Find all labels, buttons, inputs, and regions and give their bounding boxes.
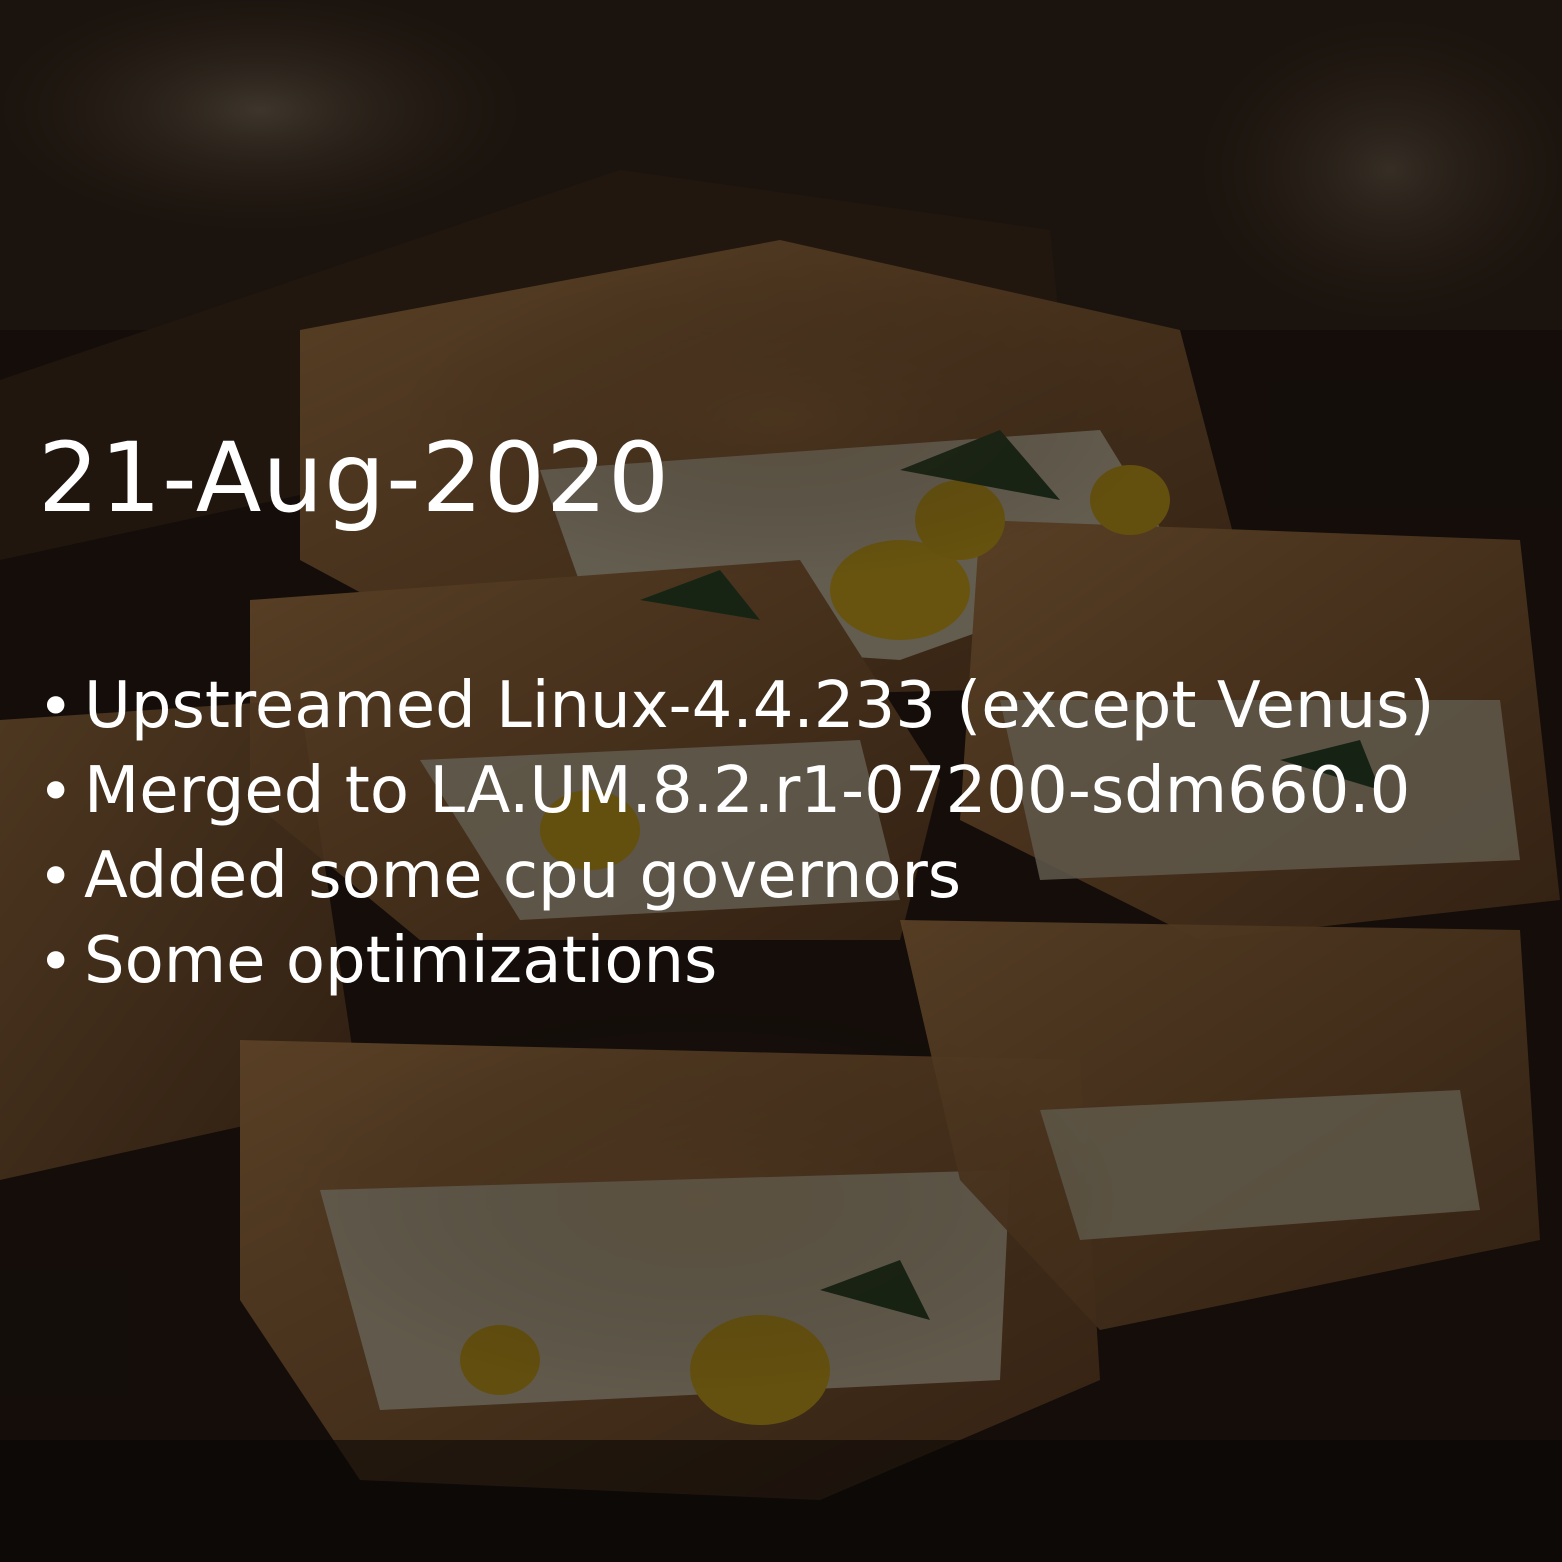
bullet-icon: • [38,842,74,912]
list-item: • Some optimizations [38,919,1434,1004]
list-item: • Upstreamed Linux-4.4.233 (except Venus… [38,664,1434,749]
change-text: Merged to LA.UM.8.2.r1-07200-sdm660.0 [84,754,1411,828]
changelog-list: • Upstreamed Linux-4.4.233 (except Venus… [38,664,1434,1004]
change-text: Upstreamed Linux-4.4.233 (except Venus) [84,669,1435,743]
list-item: • Added some cpu governors [38,834,1434,919]
release-date-title: 21-Aug-2020 [38,422,671,534]
change-text: Added some cpu governors [84,839,962,913]
bullet-icon: • [38,672,74,742]
list-item: • Merged to LA.UM.8.2.r1-07200-sdm660.0 [38,749,1434,834]
bullet-icon: • [38,757,74,827]
bullet-icon: • [38,927,74,997]
changelog-card: 21-Aug-2020 • Upstreamed Linux-4.4.233 (… [0,0,1562,1562]
change-text: Some optimizations [84,924,718,998]
